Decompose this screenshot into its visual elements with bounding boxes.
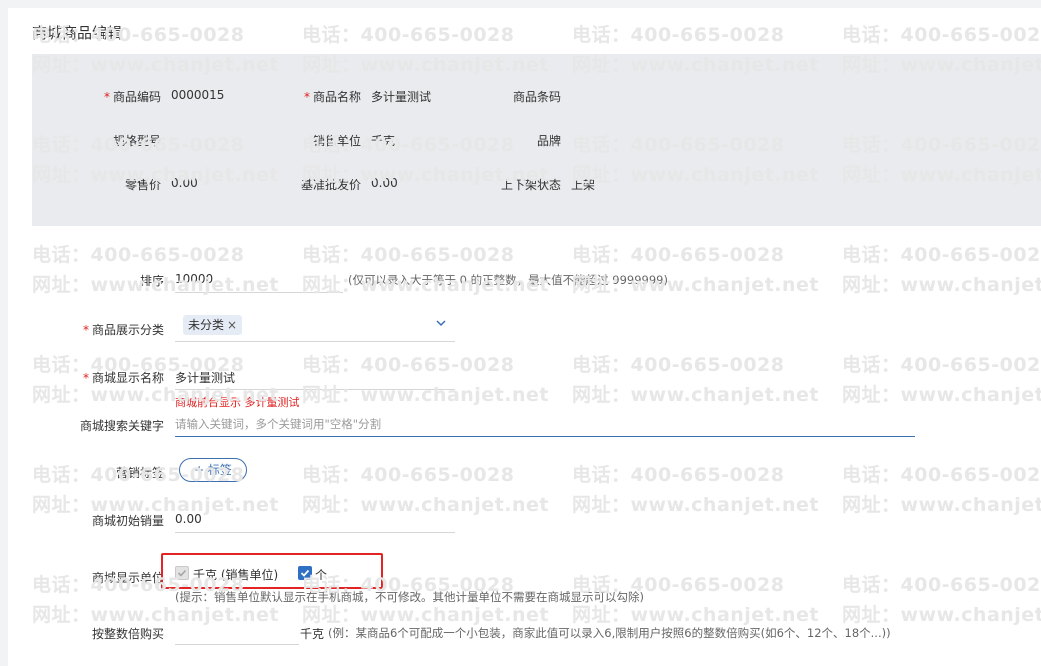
category-tag: 未分类 ×: [183, 315, 243, 335]
name-value: 多计量测试: [371, 90, 432, 104]
category-select-underline: [175, 341, 455, 342]
code-value: 0000015: [171, 88, 225, 102]
category-label: * 商品展示分类: [82, 323, 164, 337]
multiple-buy-unit: 千克: [300, 627, 325, 641]
page-title: 商城商品编辑: [32, 24, 123, 42]
barcode-label: 商品条码: [512, 90, 561, 104]
spec-label: 规格型号: [112, 134, 161, 148]
check-icon: [177, 569, 187, 577]
unit-checkbox-piece[interactable]: [298, 566, 312, 580]
sort-input-underline: [175, 292, 343, 293]
multiple-buy-input[interactable]: [175, 644, 299, 645]
display-units-label: 商城显示单位: [91, 571, 164, 585]
initial-sales-input[interactable]: 0.00: [175, 512, 202, 526]
keywords-label: 商城搜索关键字: [79, 419, 164, 433]
retail-price-value: 0.00: [171, 176, 198, 190]
initial-sales-underline: [175, 532, 455, 533]
display-name-input[interactable]: 多计量测试: [175, 369, 235, 386]
multiple-buy-hint: (例：某商品6个可配成一个小包装，商家此值可以录入6,限制用户按照6的整数倍购买…: [328, 626, 891, 640]
unit-label-piece: 个: [315, 568, 328, 582]
add-tag-button[interactable]: + 标签: [179, 458, 247, 482]
sales-unit-value: 千克: [371, 134, 396, 148]
remove-tag-icon[interactable]: ×: [227, 318, 237, 332]
display-name-underline: [175, 389, 455, 390]
sort-label: 排序: [139, 274, 164, 288]
name-label: * 商品名称: [303, 90, 361, 104]
display-name-label: * 商城显示名称: [82, 371, 164, 385]
unit-checkbox-kg: [175, 566, 189, 580]
wholesale-price-label: 基准批发价: [300, 178, 361, 192]
keywords-input[interactable]: [175, 412, 915, 437]
wholesale-price-value: 0.00: [371, 176, 398, 190]
check-icon: [300, 569, 310, 577]
sort-input[interactable]: 10000: [175, 272, 213, 286]
multiple-buy-label: 按整数倍购买: [91, 627, 164, 641]
shelf-status-value: 上架: [571, 178, 596, 192]
marketing-label: 营销标签: [115, 466, 164, 480]
chevron-down-icon[interactable]: [436, 318, 446, 328]
sort-hint: (仅可以录入大于等于 0 的正整数，最大值不能超过 9999999): [348, 273, 668, 287]
code-label: * 商品编码: [103, 90, 161, 104]
brand-label: 品牌: [536, 134, 561, 148]
initial-sales-label: 商城初始销量: [91, 514, 164, 528]
retail-price-label: 零售价: [124, 178, 161, 192]
shelf-status-label: 上下架状态: [500, 178, 561, 192]
display-name-note: 商城前台显示 多计量测试: [175, 396, 300, 409]
display-units-hint: (提示：销售单位默认显示在手机商城，不可修改。其他计量单位不需要在商城显示可以勾…: [175, 590, 644, 604]
sales-unit-label: 销售单位: [312, 134, 361, 148]
unit-label-kg: 千克 (销售单位): [193, 568, 279, 582]
